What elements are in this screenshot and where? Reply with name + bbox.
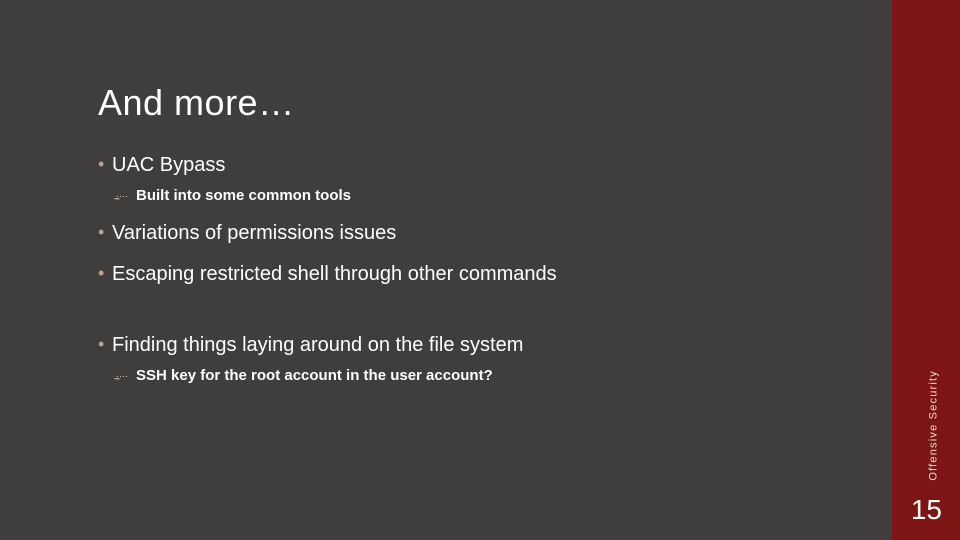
sidebar-accent (892, 0, 960, 540)
bullet-text: Variations of permissions issues (112, 222, 396, 244)
side-label: Offensive Security (928, 370, 940, 481)
bullet-item: Escaping restricted shell through other … (98, 263, 858, 286)
bullet-text: UAC Bypass (112, 154, 225, 176)
tilde-icon: ~ (114, 374, 118, 385)
sub-bullet-item: ~ Built into some common tools (98, 187, 858, 204)
bullet-list: UAC Bypass ~ Built into some common tool… (98, 154, 858, 384)
bullet-text: Escaping restricted shell through other … (112, 263, 557, 285)
page-number: 15 (911, 494, 942, 526)
bullet-item: Finding things laying around on the file… (98, 334, 858, 357)
sub-bullet-text: Built into some common tools (136, 187, 351, 204)
slide-title: And more… (98, 82, 858, 124)
sub-bullet-text: SSH key for the root account in the user… (136, 367, 493, 384)
bullet-item: UAC Bypass (98, 154, 858, 177)
slide-content: And more… UAC Bypass ~ Built into some c… (98, 82, 858, 402)
bullet-text: Finding things laying around on the file… (112, 334, 523, 356)
sub-bullet-item: ~ SSH key for the root account in the us… (98, 367, 858, 384)
bullet-item: Variations of permissions issues (98, 222, 858, 245)
tilde-icon: ~ (114, 194, 118, 205)
